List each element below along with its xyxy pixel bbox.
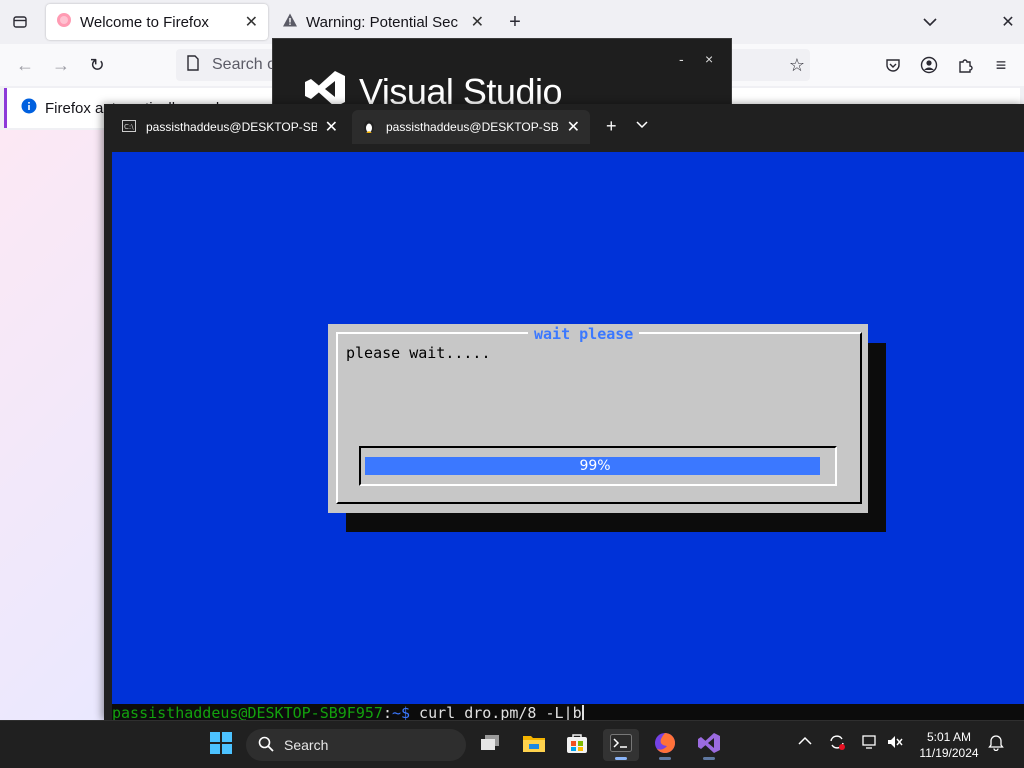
terminal-tab-icon: C:\	[122, 119, 136, 135]
firefox-tab-warning[interactable]: Warning: Potential Sec ✕	[272, 4, 494, 40]
firefox-logo-icon	[56, 12, 72, 32]
list-all-tabs-icon[interactable]	[918, 10, 942, 34]
visual-studio-icon	[697, 732, 721, 759]
text-cursor	[581, 705, 584, 720]
forward-icon[interactable]: →	[48, 52, 74, 78]
running-app-indicator	[659, 757, 671, 760]
account-icon[interactable]	[916, 52, 942, 78]
terminal-tab-1[interactable]: C:\ passisthaddeus@DESKTOP-SB9F957 ✕	[112, 110, 348, 144]
dialog-title: wait please	[528, 325, 640, 343]
firefox-tab-welcome[interactable]: Welcome to Firefox ✕	[46, 4, 268, 40]
terminal-tab-bar: C:\ passisthaddeus@DESKTOP-SB9F957 ✕ pas…	[104, 104, 1024, 144]
clock[interactable]: 5:01 AM 11/19/2024	[914, 729, 984, 761]
menu-hamburger-icon[interactable]: ≡	[988, 52, 1014, 78]
linux-penguin-icon	[362, 118, 376, 137]
warning-icon	[282, 12, 298, 32]
pocket-icon[interactable]	[880, 52, 906, 78]
progress-track: 99%	[365, 457, 825, 475]
tab-label: passisthaddeus@DESKTOP-SB9F957	[386, 120, 559, 134]
firefox-taskbar-button[interactable]	[647, 729, 683, 761]
close-tab-icon[interactable]: ✕	[567, 117, 580, 137]
visual-studio-taskbar-button[interactable]	[691, 729, 727, 761]
windows-logo-icon	[210, 731, 232, 759]
search-icon	[258, 736, 274, 755]
network-disconnected-icon[interactable]	[862, 733, 880, 756]
info-icon	[21, 98, 37, 118]
close-tab-icon[interactable]: ✕	[471, 12, 484, 32]
start-button[interactable]	[203, 729, 239, 761]
terminal-taskbar-button[interactable]	[603, 729, 639, 761]
wait-dialog: wait please please wait..... 99%	[328, 324, 868, 513]
new-terminal-tab-button[interactable]: +	[606, 116, 617, 137]
running-app-indicator	[703, 757, 715, 760]
close-tab-icon[interactable]: ✕	[245, 12, 258, 32]
volume-muted-icon[interactable]	[886, 733, 904, 756]
terminal-tab-2[interactable]: passisthaddeus@DESKTOP-SB9F957 ✕	[352, 110, 590, 144]
notification-bell-icon[interactable]	[988, 733, 1004, 756]
tab-label: Welcome to Firefox	[80, 13, 209, 31]
tab-label: Warning: Potential Sec	[306, 13, 459, 31]
windows-taskbar: Search 5:01 AM 11/19/2024	[0, 720, 1024, 768]
progress-label: 99%	[579, 458, 611, 474]
sync-icon[interactable]	[828, 733, 846, 756]
desktop: Welcome to Firefox ✕ Warning: Potential …	[0, 0, 1024, 768]
extensions-icon[interactable]	[952, 52, 978, 78]
show-hidden-icons-chevron[interactable]	[798, 733, 812, 751]
clock-date: 11/19/2024	[919, 746, 979, 760]
svg-text:C:\: C:\	[124, 123, 134, 131]
active-app-indicator	[615, 757, 627, 760]
task-view-button[interactable]	[472, 729, 508, 761]
firefox-icon	[653, 731, 677, 760]
vs-close-button[interactable]: ×	[705, 51, 713, 67]
folder-icon	[522, 733, 546, 758]
back-icon[interactable]: ←	[12, 52, 38, 78]
store-icon	[566, 732, 588, 759]
tab-label: passisthaddeus@DESKTOP-SB9F957	[146, 120, 317, 134]
vs-minimize-button[interactable]: -	[679, 51, 684, 67]
clock-time: 5:01 AM	[926, 730, 972, 744]
progress-gauge: 99%	[359, 446, 837, 486]
bookmark-star-icon[interactable]: ☆	[784, 52, 810, 78]
dialog-message: please wait.....	[346, 344, 491, 362]
page-icon	[186, 54, 200, 76]
microsoft-store-button[interactable]	[559, 729, 595, 761]
terminal-icon	[610, 733, 632, 757]
close-tab-icon[interactable]: ✕	[325, 117, 338, 137]
taskbar-search[interactable]: Search	[246, 729, 466, 761]
new-tab-icon[interactable]: +	[504, 10, 526, 34]
terminal-profiles-dropdown-icon[interactable]	[636, 116, 648, 134]
tab-list-icon[interactable]	[8, 10, 32, 34]
file-explorer-button[interactable]	[516, 729, 552, 761]
window-close-icon[interactable]: ✕	[996, 10, 1020, 34]
search-label: Search	[284, 737, 329, 753]
reload-icon[interactable]: ↻	[84, 52, 110, 78]
task-view-icon	[479, 734, 501, 757]
